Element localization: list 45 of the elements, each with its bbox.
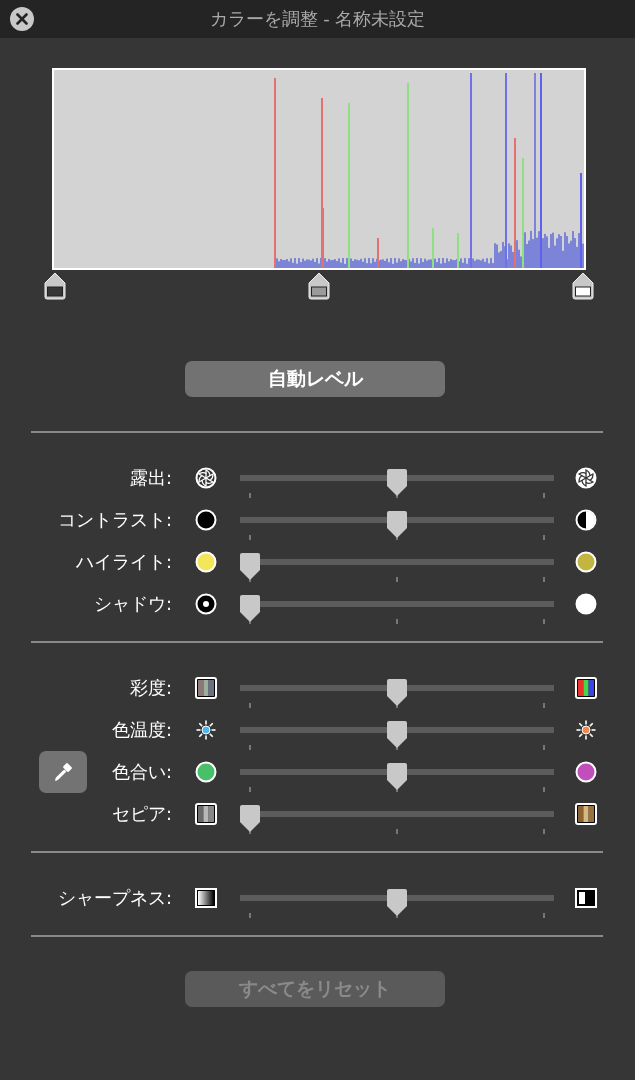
aperture-icon (575, 467, 597, 489)
slider-label: セピア: (111, 802, 172, 826)
level-handle[interactable] (43, 272, 67, 300)
slider-label: 色合い: (111, 760, 172, 784)
stripes-icon (575, 803, 597, 825)
close-button[interactable] (10, 7, 34, 31)
circle-icon (575, 593, 597, 615)
slider-thumb[interactable] (239, 553, 261, 581)
half-square-icon (575, 887, 597, 909)
slider-label: シャープネス: (57, 886, 172, 910)
level-handle[interactable] (307, 272, 331, 300)
slider-label: コントラスト: (57, 508, 172, 532)
slider-thumb[interactable] (386, 511, 408, 539)
dot-circle-icon (195, 593, 217, 615)
eyedropper-button[interactable] (39, 751, 87, 793)
auto-levels-button[interactable]: 自動レベル (185, 361, 445, 397)
circle-icon (575, 761, 597, 783)
eyedropper-icon (52, 761, 74, 783)
circle-icon (575, 551, 597, 573)
slider-thumb[interactable] (386, 763, 408, 791)
circle-icon (195, 509, 217, 531)
aperture-icon (195, 467, 217, 489)
slider-label: 色温度: (111, 718, 172, 742)
slider-label: 彩度: (129, 676, 172, 700)
slider-label: ハイライト: (75, 550, 172, 574)
stripes-icon (195, 677, 217, 699)
sun-icon (575, 719, 597, 741)
slider-thumb[interactable] (239, 595, 261, 623)
circle-icon (195, 551, 217, 573)
slider-label: 露出: (129, 466, 172, 490)
close-icon (16, 13, 28, 25)
slider-thumb[interactable] (386, 679, 408, 707)
slider-label: シャドウ: (93, 592, 172, 616)
sun-icon (195, 719, 217, 741)
half-circle-icon (575, 509, 597, 531)
slider-thumb[interactable] (386, 469, 408, 497)
circle-icon (195, 761, 217, 783)
slider-thumb[interactable] (386, 721, 408, 749)
stripes-icon (575, 677, 597, 699)
slider-thumb[interactable] (239, 805, 261, 833)
gradient-square-icon (195, 887, 217, 909)
slider-thumb[interactable] (386, 889, 408, 917)
window-title: カラーを調整 - 名称未設定 (209, 7, 426, 31)
stripes-icon (195, 803, 217, 825)
level-handle[interactable] (571, 272, 595, 300)
